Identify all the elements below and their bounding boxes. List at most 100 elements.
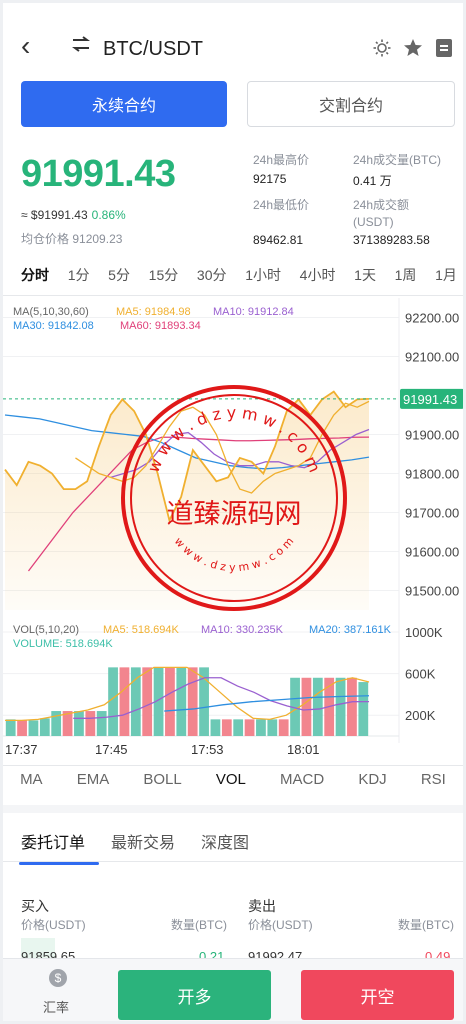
time-label: 17:37	[5, 742, 38, 757]
stat-value: 371389283.58	[353, 233, 430, 247]
stat-24h-high: 24h最高价 92175	[253, 151, 309, 186]
tab-orders[interactable]: 委托订单	[18, 829, 100, 865]
period-1d[interactable]: 1天	[354, 265, 376, 285]
period-1h[interactable]: 1小时	[245, 265, 281, 285]
back-icon[interactable]: ‹	[21, 32, 30, 60]
exchange-rate-label[interactable]: 汇率	[43, 997, 69, 1016]
period-30m[interactable]: 30分	[197, 265, 227, 285]
period-5m[interactable]: 5分	[108, 265, 130, 285]
volume-bar	[28, 720, 39, 736]
ma-legend-title: MA(5,10,30,60)	[13, 306, 89, 318]
volume-bar	[85, 711, 96, 736]
stat-24h-low: 24h最低价 89462.81	[253, 196, 309, 247]
tab-depth-chart[interactable]: 深度图	[201, 829, 249, 853]
y-axis-label: 92100.00	[405, 350, 459, 365]
indicator-ma[interactable]: MA	[20, 771, 43, 788]
volume-bar	[210, 719, 221, 736]
period-1m[interactable]: 1分	[68, 265, 90, 285]
last-price: 91991.43	[21, 153, 176, 195]
sell-price-col: 价格(USDT)	[248, 918, 313, 932]
volume-bar	[74, 711, 84, 736]
volume-bar	[187, 667, 198, 736]
indicator-kdj[interactable]: KDJ	[358, 771, 386, 788]
tab-perpetual[interactable]: 永续合约	[21, 81, 227, 127]
time-label: 17:45	[95, 742, 128, 757]
indicator-ema[interactable]: EMA	[77, 771, 110, 788]
svg-text:w w w . d z y m w . c o m: w w w . d z y m w . c o m	[172, 535, 297, 574]
volume-chart[interactable]: 1000K 600K 200K VOL(5,10,20) MA5: 518.694K…	[3, 618, 463, 743]
volume-chart-svg: 1000K 600K 200K	[3, 618, 443, 743]
volume-legend: VOLUME: 518.694K	[13, 638, 113, 650]
volume-bar	[301, 677, 312, 736]
favorite-star-icon[interactable]	[403, 38, 423, 63]
volume-bar	[39, 718, 50, 736]
buy-title: 买入	[21, 898, 49, 914]
period-1mo[interactable]: 1月	[435, 265, 457, 285]
indicator-boll[interactable]: BOLL	[143, 771, 181, 788]
ma30-legend: MA30: 91842.08	[13, 320, 94, 332]
approx-value: ≈ $91991.43	[21, 208, 88, 222]
order-tabs: 委托订单 最新交易 深度图	[18, 829, 249, 865]
volume-bar	[244, 719, 255, 736]
stat-label: 24h最低价	[253, 198, 310, 212]
top-bar: ‹ BTC/USDT	[3, 28, 463, 68]
stat-label: 24h成交量(BTC)	[353, 153, 442, 167]
price-approx: ≈ $91991.43 0.86%	[21, 208, 126, 222]
vol-ma10-legend: MA10: 330.235K	[201, 624, 283, 636]
y-axis-label: 91800.00	[405, 467, 459, 482]
avg-price: 均仓价格 91209.23	[21, 230, 122, 247]
volume-bar	[96, 711, 107, 736]
volume-bar	[278, 719, 289, 736]
buy-price-col: 价格(USDT)	[21, 918, 86, 932]
watermark-name: 道臻源码网	[167, 499, 302, 530]
vol-axis-label: 200K	[405, 708, 436, 723]
avg-price-value: 91209.23	[72, 232, 123, 246]
volume-bar	[221, 719, 232, 736]
indicator-vol[interactable]: VOL	[216, 771, 246, 788]
stat-value: 92175	[253, 172, 287, 186]
indicator-rsi[interactable]: RSI	[421, 771, 446, 788]
y-axis-label: 92200.00	[405, 311, 459, 326]
sell-qty-col: 数量(BTC)	[398, 918, 454, 932]
trading-pair-title[interactable]: BTC/USDT	[103, 38, 203, 61]
indicator-macd[interactable]: MACD	[280, 771, 324, 788]
period-1w[interactable]: 1周	[395, 265, 417, 285]
theme-toggle-icon[interactable]	[373, 39, 391, 62]
volume-bar	[256, 719, 266, 736]
volume-bar	[176, 667, 187, 736]
volume-bar	[108, 667, 118, 736]
app-screen: ‹ BTC/USDT 永续合约 交割合约 91991.43 ≈ $91991.4…	[3, 3, 463, 1021]
volume-bar	[119, 667, 130, 736]
tab-delivery[interactable]: 交割合约	[247, 81, 455, 127]
vol-ma5-legend: MA5: 518.694K	[103, 624, 179, 636]
time-label: 17:53	[191, 742, 224, 757]
y-axis-label: 91600.00	[405, 545, 459, 560]
period-15m[interactable]: 15分	[149, 265, 179, 285]
vol-legend-title: VOL(5,10,20)	[13, 624, 80, 636]
y-axis-label: 91900.00	[405, 428, 459, 443]
tab-latest-trades[interactable]: 最新交易	[111, 829, 175, 853]
svg-text:w w w . d z y m w . c o m: w w w . d z y m w . c o m	[144, 403, 325, 475]
period-selector: 分时 1分 5分 15分 30分 1小时 4小时 1天 1周 1月	[21, 265, 457, 285]
swap-pair-icon[interactable]	[71, 36, 91, 57]
time-axis: 17:37 17:45 17:53 18:01	[3, 739, 463, 761]
y-axis-label: 91700.00	[405, 506, 459, 521]
stat-24h-volume: 24h成交量(BTC) 0.41 万	[353, 151, 441, 189]
vol-axis-label: 600K	[405, 667, 436, 682]
menu-doc-icon[interactable]	[435, 38, 453, 63]
volume-bar	[358, 682, 369, 736]
ma10-legend: MA10: 91912.84	[213, 306, 294, 318]
open-short-button[interactable]: 开空	[301, 970, 454, 1020]
sell-title: 卖出	[248, 898, 276, 914]
volume-bar	[347, 677, 357, 736]
volume-bar	[233, 719, 244, 736]
volume-bar	[165, 667, 175, 736]
stat-24h-amount: 24h成交额 (USDT) 371389283.58	[353, 196, 430, 247]
period-timeline[interactable]: 分时	[21, 265, 49, 285]
dollar-icon[interactable]: $	[49, 969, 67, 987]
open-long-button[interactable]: 开多	[118, 970, 271, 1020]
change-percent: 0.86%	[91, 208, 126, 222]
stat-value: 89462.81	[253, 233, 304, 247]
indicator-selector: MA EMA BOLL VOL MACD KDJ RSI	[3, 771, 463, 788]
period-4h[interactable]: 4小时	[300, 265, 336, 285]
